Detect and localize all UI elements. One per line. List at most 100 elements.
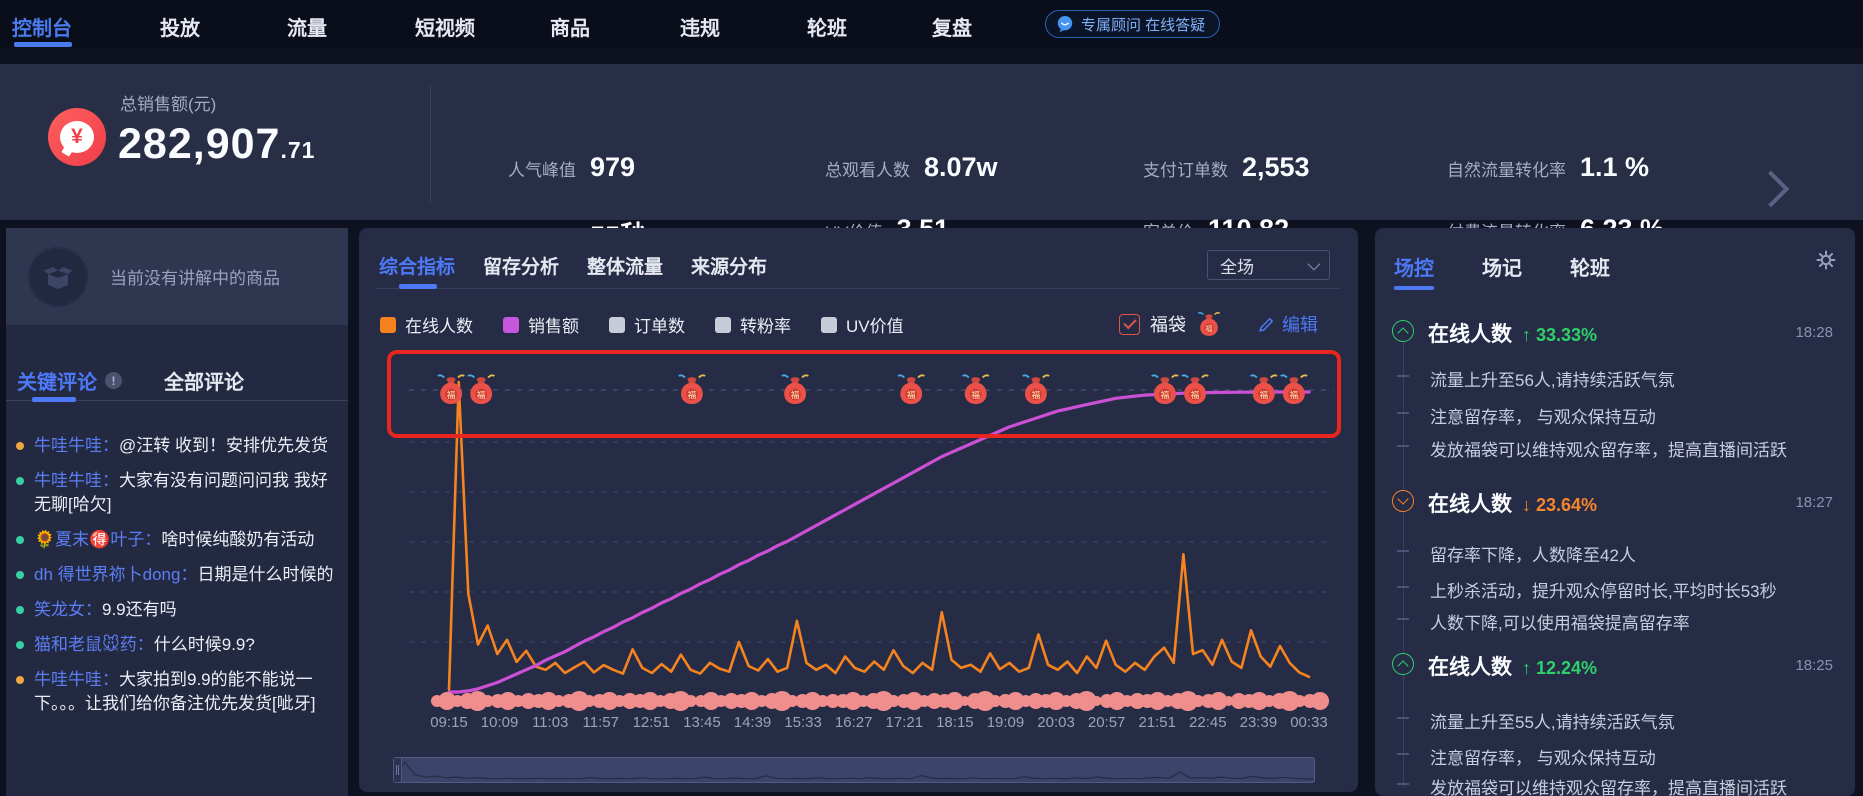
nav-item-console[interactable]: 控制台 xyxy=(12,12,72,41)
legend-online-users[interactable]: 在线人数 xyxy=(380,312,473,337)
tab-retention-analysis[interactable]: 留存分析 xyxy=(483,252,559,279)
event-time: 18:28 xyxy=(1795,324,1833,341)
current-product-box: 当前没有讲解中的商品 xyxy=(6,228,348,325)
tab-key-comments[interactable]: 关键评论 ! xyxy=(17,366,122,395)
legend-swatch xyxy=(503,317,519,333)
event-bullet: 发放福袋可以维持观众留存率，提高直播间活跃 xyxy=(1430,436,1835,461)
legend-swatch xyxy=(380,317,396,333)
nav-item-shift[interactable]: 轮班 xyxy=(807,12,847,41)
fudai-bag-icon: 福 xyxy=(1182,375,1208,404)
metrics-chart: 福福福福福福福福福福福 xyxy=(389,352,1339,712)
fudai-checkbox[interactable] xyxy=(1119,314,1140,335)
legend-orders[interactable]: 订单数 xyxy=(609,312,685,337)
advisor-badge-label: 专属顾问 在线答疑 xyxy=(1081,14,1205,35)
legend-swatch xyxy=(715,317,731,333)
metrics-chart-panel: 综合指标 留存分析 整体流量 来源分布 全场 在线人数 销售额 订单数 转粉率 … xyxy=(359,228,1358,792)
x-axis-tick: 23:39 xyxy=(1229,714,1287,731)
gear-icon[interactable] xyxy=(1816,250,1836,275)
x-axis-tick: 11:57 xyxy=(572,714,630,731)
x-axis-tick: 13:45 xyxy=(673,714,731,731)
advisor-badge[interactable]: 专属顾问 在线答疑 xyxy=(1045,10,1220,38)
event-bullet: 流量上升至56人,请持续活跃气氛 xyxy=(1430,366,1835,391)
event-title: 在线人数↑ 12.24% xyxy=(1428,651,1597,681)
legend-swatch xyxy=(821,317,837,333)
divider xyxy=(430,86,431,202)
fudai-bag-icon: 福 xyxy=(1152,375,1178,404)
comment-dot xyxy=(16,606,24,614)
event-bullet: 留存率下降，人数降至42人 xyxy=(1430,541,1835,566)
x-axis-tick: 14:39 xyxy=(724,714,782,731)
svg-text:福: 福 xyxy=(1259,390,1268,400)
comment-dot xyxy=(16,477,24,485)
fudai-bag-icon: 福 xyxy=(679,375,705,404)
brush-handle[interactable] xyxy=(394,758,402,782)
range-select-value: 全场 xyxy=(1220,253,1254,278)
x-axis-tick: 19:09 xyxy=(976,714,1034,731)
edit-button[interactable]: 编辑 xyxy=(1258,311,1318,337)
tab-field-notes[interactable]: 场记 xyxy=(1482,252,1522,281)
comment-dot xyxy=(16,536,24,544)
tab-all-comments[interactable]: 全部评论 xyxy=(164,366,244,395)
total-sales-label: 总销售额(元) xyxy=(120,90,216,115)
fudai-bag-icon: 福 xyxy=(1251,375,1277,404)
comment-dot xyxy=(16,571,24,579)
comment-tabs: 关键评论 ! 全部评论 xyxy=(17,366,244,395)
event-bullet: 上秒杀活动，提升观众停留时长,平均时长53秒 xyxy=(1430,577,1835,602)
x-axis-tick: 09:15 xyxy=(420,714,478,731)
svg-text:福: 福 xyxy=(1206,324,1213,333)
comment-item[interactable]: 牛哇牛哇：大家有没有问题问问我 我好无聊[哈欠] xyxy=(16,469,342,517)
metric-organic-conversion: 自然流量转化率1.1 % xyxy=(1447,152,1649,183)
comment-dot xyxy=(16,641,24,649)
active-tab-underline xyxy=(1394,286,1434,290)
nav-item-violation[interactable]: 违规 xyxy=(680,12,720,41)
fudai-label: 福袋 xyxy=(1150,311,1186,337)
event-bullet: 流量上升至55人,请持续活跃气氛 xyxy=(1430,708,1835,733)
active-tab-underline xyxy=(32,397,76,402)
fudai-bag-icon: 福 xyxy=(468,375,494,404)
nav-item-shortvideo[interactable]: 短视频 xyxy=(415,12,475,41)
comment-item[interactable]: 猫和老鼠🐭药：什么时候9.9? xyxy=(16,633,342,657)
nav-item-traffic[interactable]: 流量 xyxy=(287,12,327,41)
live-dashboard: 控制台 投放 流量 短视频 商品 违规 轮班 复盘 专属顾问 在线答疑 ¥ 总销… xyxy=(0,0,1863,796)
x-axis-labels: 09:1510:0911:0311:5712:5113:4514:3915:33… xyxy=(389,714,1339,734)
chevron-down-icon xyxy=(1308,257,1321,270)
total-sales-value: 282,907.71 xyxy=(118,120,315,169)
nav-item-goods[interactable]: 商品 xyxy=(550,12,590,41)
tab-composite-metrics[interactable]: 综合指标 xyxy=(379,252,455,279)
comment-item[interactable]: 笑龙女：9.9还有吗 xyxy=(16,598,342,622)
tab-source-distribution[interactable]: 来源分布 xyxy=(691,252,767,279)
event-change: ↓ 23.64% xyxy=(1522,495,1597,515)
carousel-next-icon[interactable] xyxy=(1753,171,1790,208)
comment-item[interactable]: 牛哇牛哇：@汪转 收到！安排优先发货 xyxy=(16,434,342,458)
info-icon[interactable]: ! xyxy=(105,372,122,389)
legend-swatch xyxy=(609,317,625,333)
active-nav-underline xyxy=(14,42,72,47)
x-axis-tick: 20:57 xyxy=(1078,714,1136,731)
tab-shift[interactable]: 轮班 xyxy=(1570,252,1610,281)
event-change: ↑ 12.24% xyxy=(1522,658,1597,678)
legend-sales[interactable]: 销售额 xyxy=(503,312,579,337)
active-tab-underline xyxy=(399,284,437,289)
chart-zoom-brush[interactable] xyxy=(393,757,1315,783)
svg-text:福: 福 xyxy=(447,390,456,400)
comment-item[interactable]: 牛哇牛哇：大家拍到9.9的能不能说一下。。。让我们给你备注优先发货[呲牙] xyxy=(16,668,342,716)
tab-field-control[interactable]: 场控 xyxy=(1394,252,1434,281)
fudai-bag-icon: 福 xyxy=(1281,375,1307,404)
legend-uv-value[interactable]: UV价值 xyxy=(821,312,904,337)
legend-follower-rate[interactable]: 转粉率 xyxy=(715,312,791,337)
nav-item-ads[interactable]: 投放 xyxy=(160,12,200,41)
event-change: ↑ 33.33% xyxy=(1522,325,1597,345)
comment-item[interactable]: 🌻夏末🉐叶子：啥时候纯酸奶有活动 xyxy=(16,528,342,552)
comment-item[interactable]: dh 得世界祢卜dong：日期是什么时候的 xyxy=(16,563,342,587)
tab-overall-traffic[interactable]: 整体流量 xyxy=(587,252,663,279)
event-bullet: 人数下降,可以使用福袋提高留存率 xyxy=(1430,609,1835,634)
comments-panel: 当前没有讲解中的商品 关键评论 ! 全部评论 牛哇牛哇：@汪转 收到！安排优先发… xyxy=(6,228,348,796)
fudai-bag-icon: 福 xyxy=(1196,310,1222,338)
stats-carousel: ¥ 总销售额(元) 282,907.71 人气峰值979 停留时长55秒 总观看… xyxy=(0,64,1863,220)
range-select-dropdown[interactable]: 全场 xyxy=(1207,250,1330,280)
x-axis-tick: 20:03 xyxy=(1027,714,1085,731)
chart-legend: 在线人数 销售额 订单数 转粉率 UV价值 xyxy=(380,312,904,337)
trend-up-icon xyxy=(1392,653,1414,675)
metric-total-viewers: 总观看人数8.07w xyxy=(825,152,998,183)
nav-item-review[interactable]: 复盘 xyxy=(932,12,972,41)
